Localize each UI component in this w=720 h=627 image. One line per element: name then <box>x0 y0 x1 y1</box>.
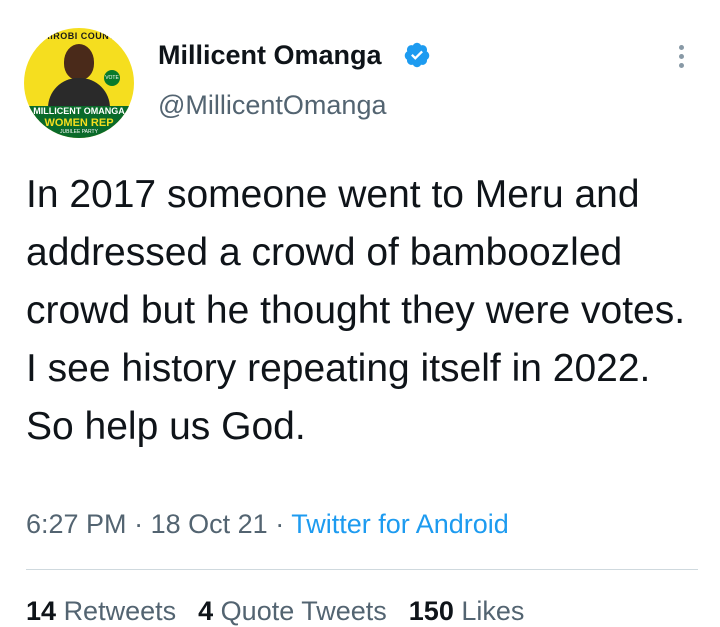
avatar-banner-line2: WOMEN REP <box>44 117 114 129</box>
meta-separator: · <box>134 509 144 539</box>
divider <box>26 569 698 570</box>
avatar-badge: VOTE <box>104 70 120 86</box>
avatar-banner: MILLICENT OMANGA WOMEN REP JUBILEE PARTY <box>24 106 134 138</box>
tweet-source[interactable]: Twitter for Android <box>291 509 509 539</box>
tweet-text: In 2017 someone went to Meru and address… <box>26 173 686 448</box>
quote-tweets-label: Quote Tweets <box>220 596 387 626</box>
quote-tweets-count: 4 <box>198 596 214 626</box>
more-dot <box>678 63 684 68</box>
likes-label: Likes <box>461 596 525 626</box>
meta-separator: · <box>275 509 285 539</box>
avatar-banner-line3: JUBILEE PARTY <box>60 129 98 135</box>
likes-stat[interactable]: 150 Likes <box>409 596 525 626</box>
retweets-stat[interactable]: 14 Retweets <box>26 596 176 626</box>
avatar-banner-line1: MILLICENT OMANGA <box>33 106 125 116</box>
avatar[interactable]: NAIROBI COUNTY VOTE MILLICENT OMANGA WOM… <box>24 28 134 138</box>
quote-tweets-stat[interactable]: 4 Quote Tweets <box>198 596 387 626</box>
tweet-date[interactable]: 18 Oct 21 <box>151 509 268 539</box>
tweet-meta: 6:27 PM · 18 Oct 21 · Twitter for Androi… <box>26 509 509 540</box>
retweets-count: 14 <box>26 596 57 626</box>
display-name[interactable]: Millicent Omanga <box>158 40 382 71</box>
likes-count: 150 <box>408 596 454 626</box>
more-options-icon[interactable] <box>670 45 692 75</box>
user-handle[interactable]: @MillicentOmanga <box>158 90 387 121</box>
more-dot <box>678 45 684 50</box>
more-dot <box>678 54 684 59</box>
tweet-stats: 14 Retweets 4 Quote Tweets 150 Likes <box>26 596 524 627</box>
avatar-person-head <box>64 44 94 80</box>
verified-badge-icon <box>404 42 430 68</box>
avatar-top-text: NAIROBI COUNTY <box>36 31 122 41</box>
tweet-time[interactable]: 6:27 PM <box>26 509 127 539</box>
retweets-label: Retweets <box>63 596 177 626</box>
